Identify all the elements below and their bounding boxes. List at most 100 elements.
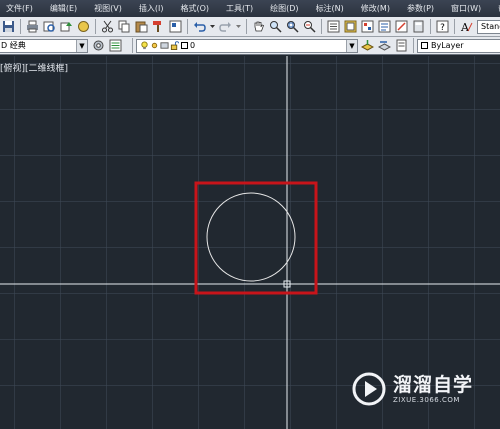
layer-previous-icon (378, 41, 391, 51)
workspace-select[interactable]: D 经典 ▼ (0, 38, 88, 53)
layer-select[interactable]: 0 ▼ (136, 38, 358, 53)
watermark-title: 溜溜自学 (393, 374, 474, 396)
publish-button[interactable] (59, 19, 74, 34)
cut-button[interactable] (100, 19, 115, 34)
menu-dimension[interactable]: 标注(N) (310, 0, 355, 17)
text-style-select[interactable]: Standard (477, 19, 500, 34)
menu-file[interactable]: 文件(F) (0, 0, 44, 17)
clipboard-icon (135, 21, 148, 33)
menu-tools[interactable]: 工具(T) (220, 0, 264, 17)
plot-preview-button[interactable] (42, 19, 57, 34)
toolbar-separator (413, 38, 414, 53)
design-center-button[interactable] (343, 19, 358, 34)
text-style-value: Standard (481, 22, 500, 31)
markup-button[interactable] (394, 19, 409, 34)
menu-parametric[interactable]: 参数(P) (401, 0, 445, 17)
watermark-url: ZIXUE.3066.COM (393, 396, 460, 404)
make-current-layer-button[interactable] (360, 38, 375, 53)
calculator-icon (413, 20, 424, 33)
zoom-window-button[interactable] (285, 19, 300, 34)
layer-freeze-icon (160, 42, 169, 49)
tool-palettes-button[interactable] (360, 19, 375, 34)
save-icon (3, 21, 14, 32)
menu-format[interactable]: 格式(O) (174, 0, 220, 17)
toolbar-separator (246, 19, 247, 34)
color-select[interactable]: ByLayer (417, 38, 500, 53)
menu-modify[interactable]: 修改(M) (355, 0, 401, 17)
toolbar-separator (132, 38, 133, 53)
design-center-icon (344, 20, 357, 33)
copy-button[interactable] (117, 19, 132, 34)
menu-help[interactable]: 帮 (492, 0, 500, 17)
chevron-down-icon: ▼ (346, 39, 357, 52)
undo-button[interactable] (192, 19, 207, 34)
layer-manager-button[interactable] (108, 38, 123, 53)
markup-icon (395, 20, 408, 33)
brush-icon (153, 21, 161, 32)
chevron-down-icon (210, 25, 215, 28)
menu-view[interactable]: 视图(V) (88, 0, 133, 17)
match-properties-button[interactable] (151, 19, 166, 34)
unlock-icon (170, 41, 179, 50)
zoom-icon (270, 21, 282, 33)
svg-text:?: ? (440, 23, 445, 33)
menu-insert[interactable]: 插入(I) (133, 0, 175, 17)
block-editor-button[interactable] (168, 19, 183, 34)
toolbar-separator (321, 19, 322, 34)
workspace-value: D 经典 (1, 41, 26, 50)
paste-button[interactable] (134, 19, 149, 34)
sheet-set-icon (378, 20, 391, 33)
undo-dropdown[interactable] (209, 19, 216, 34)
redo-icon (219, 22, 231, 32)
redo-dropdown[interactable] (235, 19, 242, 34)
layers-icon (109, 39, 122, 52)
text-style-button[interactable]: A (459, 19, 474, 34)
layers-toolbar: D 经典 ▼ 0 ▼ ByLayer (0, 37, 500, 55)
menu-bar: 文件(F) 编辑(E) 视图(V) 插入(I) 格式(O) 工具(T) 绘图(D… (0, 0, 500, 17)
chevron-down-icon: ▼ (76, 39, 87, 52)
lightbulb-icon (141, 41, 148, 50)
workspace-settings-button[interactable] (91, 38, 106, 53)
preview-icon (43, 21, 55, 32)
watermark-text: 溜溜自学 ZIXUE.3066.COM (393, 374, 473, 404)
menu-draw[interactable]: 绘图(D) (264, 0, 309, 17)
menu-edit[interactable]: 编辑(E) (44, 0, 88, 17)
3d-dwf-button[interactable] (76, 19, 91, 34)
calculator-button[interactable] (411, 19, 426, 34)
plot-button[interactable] (25, 19, 40, 34)
zoom-window-icon (287, 21, 299, 33)
zoom-previous-button[interactable] (302, 19, 317, 34)
sheet-set-button[interactable] (377, 19, 392, 34)
svg-text:A: A (460, 21, 470, 33)
redo-button[interactable] (218, 19, 233, 34)
properties-icon (327, 20, 340, 33)
layer-value: 0 (190, 41, 196, 50)
scissors-icon (102, 20, 113, 33)
drawn-circle[interactable] (206, 192, 296, 282)
menu-window[interactable]: 窗口(W) (445, 0, 492, 17)
undo-icon (194, 22, 206, 32)
sun-icon (151, 42, 158, 49)
layer-previous-button[interactable] (377, 38, 392, 53)
block-icon (169, 20, 182, 33)
zoom-previous-icon (304, 21, 316, 33)
play-logo-icon (352, 372, 386, 406)
layer-state-icon (396, 39, 407, 52)
save-button[interactable] (1, 19, 16, 34)
standard-toolbar: ? A Standard (0, 17, 500, 37)
toolbar-separator (20, 19, 21, 34)
printer-icon (27, 20, 38, 33)
hand-icon (254, 21, 265, 32)
highlight-box (194, 181, 318, 295)
help-button[interactable]: ? (435, 19, 450, 34)
properties-button[interactable] (326, 19, 341, 34)
layer-color-swatch (181, 42, 188, 49)
globe-icon (78, 21, 89, 32)
pan-button[interactable] (251, 19, 266, 34)
help-icon: ? (436, 20, 449, 33)
watermark: 溜溜自学 ZIXUE.3066.COM (351, 362, 475, 416)
toolbar-separator (95, 19, 96, 34)
zoom-realtime-button[interactable] (268, 19, 283, 34)
layer-state-button[interactable] (394, 38, 409, 53)
publish-icon (60, 22, 72, 32)
